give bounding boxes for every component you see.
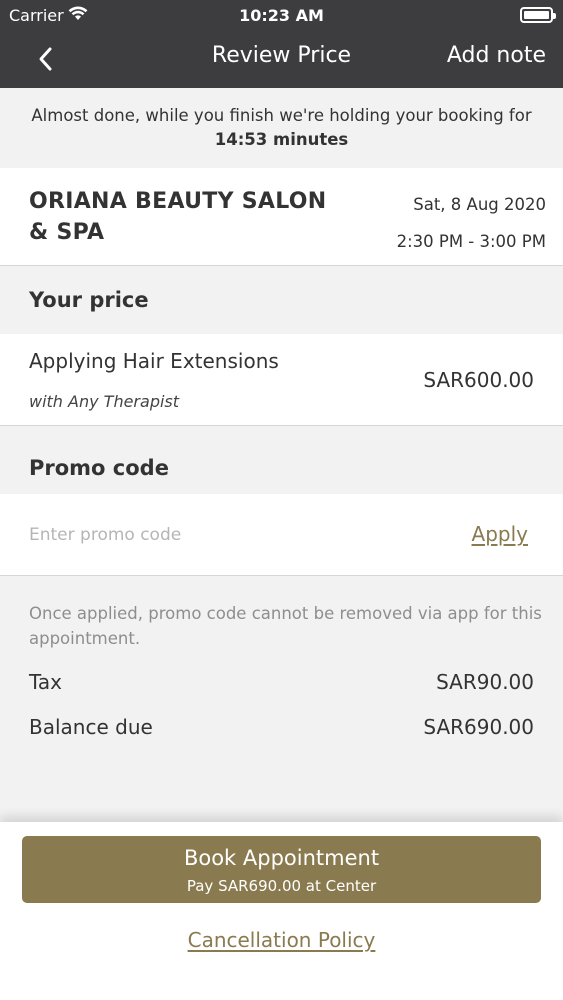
- cancellation-policy-link[interactable]: Cancellation Policy: [188, 928, 376, 952]
- service-price: SAR600.00: [423, 368, 534, 392]
- hold-banner: Almost done, while you finish we're hold…: [0, 88, 563, 168]
- hold-message: Almost done, while you finish we're hold…: [31, 106, 532, 125]
- balance-label: Balance due: [29, 715, 153, 739]
- balance-row: Balance due SAR690.00: [29, 715, 534, 739]
- tax-value: SAR90.00: [436, 670, 534, 694]
- nav-bar: Review Price Add note: [0, 30, 563, 88]
- booking-date: Sat, 8 Aug 2020: [413, 195, 546, 214]
- promo-code-input[interactable]: [29, 518, 409, 552]
- service-row: Applying Hair Extensions with Any Therap…: [0, 334, 563, 426]
- tax-label: Tax: [29, 670, 62, 694]
- book-button-label: Book Appointment: [183, 846, 380, 870]
- battery-icon: [520, 7, 556, 23]
- service-therapist: with Any Therapist: [29, 392, 180, 411]
- hold-countdown: 14:53 minutes: [214, 130, 349, 149]
- your-price-header: Your price: [0, 267, 563, 334]
- booking-summary: ORIANA BEAUTY SALON & SPA Sat, 8 Aug 202…: [0, 168, 563, 266]
- status-bar: Carrier 10:23 AM: [0, 0, 563, 30]
- promo-header: Promo code: [0, 427, 563, 494]
- book-appointment-button[interactable]: Book Appointment Pay SAR690.00 at Center: [22, 836, 541, 903]
- status-time: 10:23 AM: [239, 6, 324, 25]
- promo-heading: Promo code: [29, 456, 169, 480]
- cancellation-policy: Cancellation Policy: [0, 928, 563, 952]
- balance-value: SAR690.00: [423, 715, 534, 739]
- your-price-heading: Your price: [29, 288, 149, 312]
- footer: Book Appointment Pay SAR690.00 at Center…: [0, 822, 563, 1000]
- service-name: Applying Hair Extensions: [29, 349, 279, 373]
- promo-row: Apply: [0, 494, 563, 576]
- add-note-button[interactable]: Add note: [447, 43, 546, 68]
- book-button-sublabel: Pay SAR690.00 at Center: [186, 877, 377, 895]
- apply-promo-button[interactable]: Apply: [472, 522, 528, 546]
- salon-name: ORIANA BEAUTY SALON & SPA: [29, 189, 327, 245]
- booking-time-slot: 2:30 PM - 3:00 PM: [396, 232, 546, 251]
- tax-row: Tax SAR90.00: [29, 670, 534, 694]
- promo-note: Once applied, promo code cannot be remov…: [29, 604, 542, 648]
